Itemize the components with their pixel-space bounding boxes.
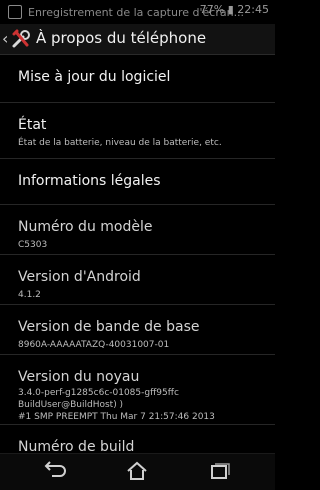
status-bar: Enregistrement de la capture d'écran... … [0,0,275,24]
page-title: À propos du téléphone [36,29,207,47]
list-item-baseband-version: Version de bande de base 8960A-AAAAATAZQ… [0,305,275,355]
list-item-summary-line: #1 SMP PREEMPT Thu Mar 7 21:57:46 2013 [18,412,215,422]
action-bar: ‹ À propos du téléphone [0,24,275,55]
list-item-legal-info[interactable]: Informations légales [0,159,275,205]
list-item-title: Version d'Android [18,269,141,285]
list-item-title: Numéro de build [18,439,135,455]
settings-list: Mise à jour du logiciel État État de la … [0,55,275,465]
list-item-title: Informations légales [18,173,161,189]
list-item-title: Numéro du modèle [18,219,153,235]
navigation-bar [0,453,275,490]
list-item-title: Version de bande de base [18,319,200,335]
list-item-summary: 4.1.2 [18,290,41,300]
status-right: 77% ▮ 22:45 [199,3,269,16]
list-item-title: Version du noyau [18,369,140,385]
list-item-software-update[interactable]: Mise à jour du logiciel [0,55,275,103]
list-item-summary-line: BuildUser@BuildHost) ) [18,400,124,410]
back-icon[interactable] [40,460,70,482]
list-item-title: État [18,117,47,133]
list-item-android-version[interactable]: Version d'Android 4.1.2 [0,255,275,305]
settings-tools-icon[interactable] [10,28,32,50]
recent-apps-icon[interactable] [204,460,234,482]
list-item-model-number: Numéro du modèle C5303 [0,205,275,255]
screenshot-notification-icon [8,5,22,19]
list-item-summary: 8960A-AAAAATAZQ-40031007-01 [18,340,170,350]
list-item-summary-line: 3.4.0-perf-g1285c6c-01085-gff95ffc [18,388,179,398]
list-item-title: Mise à jour du logiciel [18,69,171,85]
list-item-summary: État de la batterie, niveau de la batter… [18,138,222,148]
list-item-status[interactable]: État État de la batterie, niveau de la b… [0,103,275,159]
list-item-summary: C5303 [18,240,48,250]
home-icon[interactable] [122,460,152,482]
list-item-kernel-version: Version du noyau 3.4.0-perf-g1285c6c-010… [0,355,275,425]
